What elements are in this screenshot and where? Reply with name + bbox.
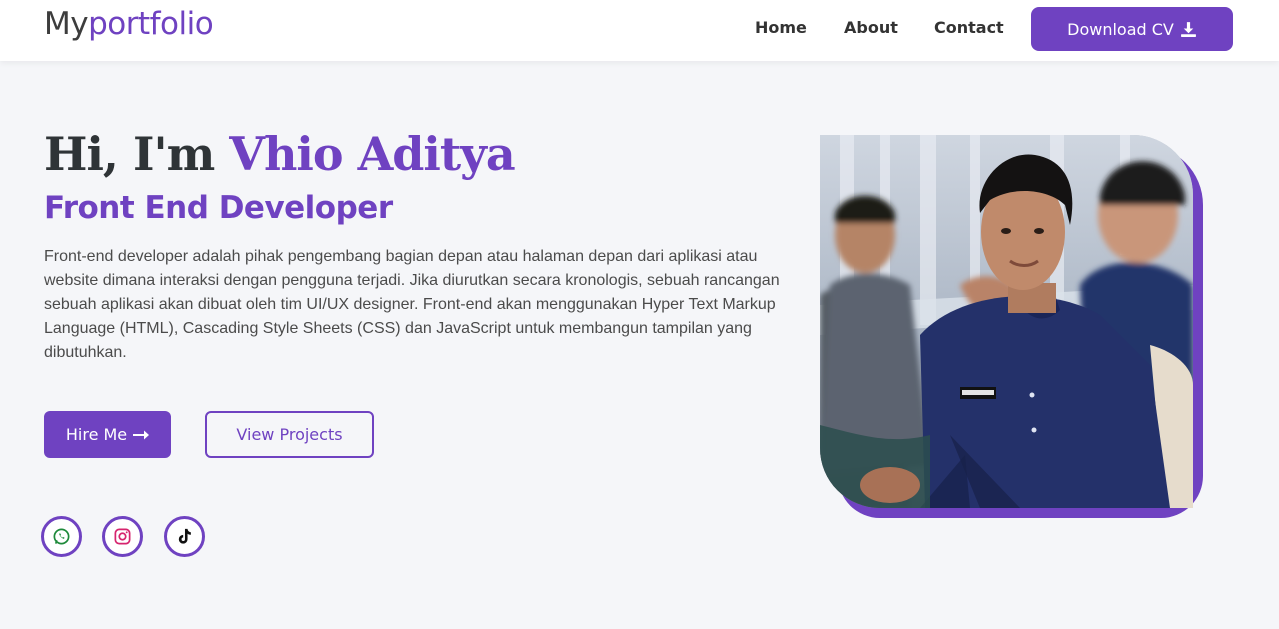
download-cv-label: Download CV [1067, 19, 1174, 39]
download-icon [1180, 21, 1196, 37]
logo[interactable]: Myportfolio [44, 3, 214, 45]
profile-photo [820, 135, 1193, 508]
nav-link-about[interactable]: About [844, 18, 898, 37]
view-projects-label: View Projects [236, 425, 343, 444]
hero-greeting: Hi, I'm [44, 127, 230, 181]
nav-link-home[interactable]: Home [755, 18, 807, 37]
tiktok-link[interactable] [164, 516, 205, 557]
hero-description: Front-end developer adalah pihak pengemb… [44, 248, 780, 361]
whatsapp-link[interactable] [41, 516, 82, 557]
logo-prefix: My [44, 6, 89, 42]
arrow-right-icon [133, 430, 150, 439]
logo-accent: portfolio [88, 6, 214, 42]
nav-link-contact[interactable]: Contact [934, 18, 1004, 37]
hero-name: Vhio Aditya [229, 127, 515, 181]
hire-me-label: Hire Me [65, 425, 128, 444]
view-projects-button[interactable]: View Projects [205, 411, 374, 458]
hero-role: Front End Developer [44, 190, 393, 226]
hero-title: Hi, I'm Vhio Aditya [44, 124, 516, 184]
instagram-icon [114, 528, 131, 545]
hire-me-button[interactable]: Hire Me [44, 411, 171, 458]
whatsapp-icon [53, 528, 70, 545]
navbar: Myportfolio Home About Contact Download … [0, 0, 1279, 61]
profile-photo-image [820, 135, 1193, 508]
instagram-link[interactable] [102, 516, 143, 557]
download-cv-button[interactable]: Download CV [1031, 7, 1233, 51]
tiktok-icon [178, 528, 191, 544]
